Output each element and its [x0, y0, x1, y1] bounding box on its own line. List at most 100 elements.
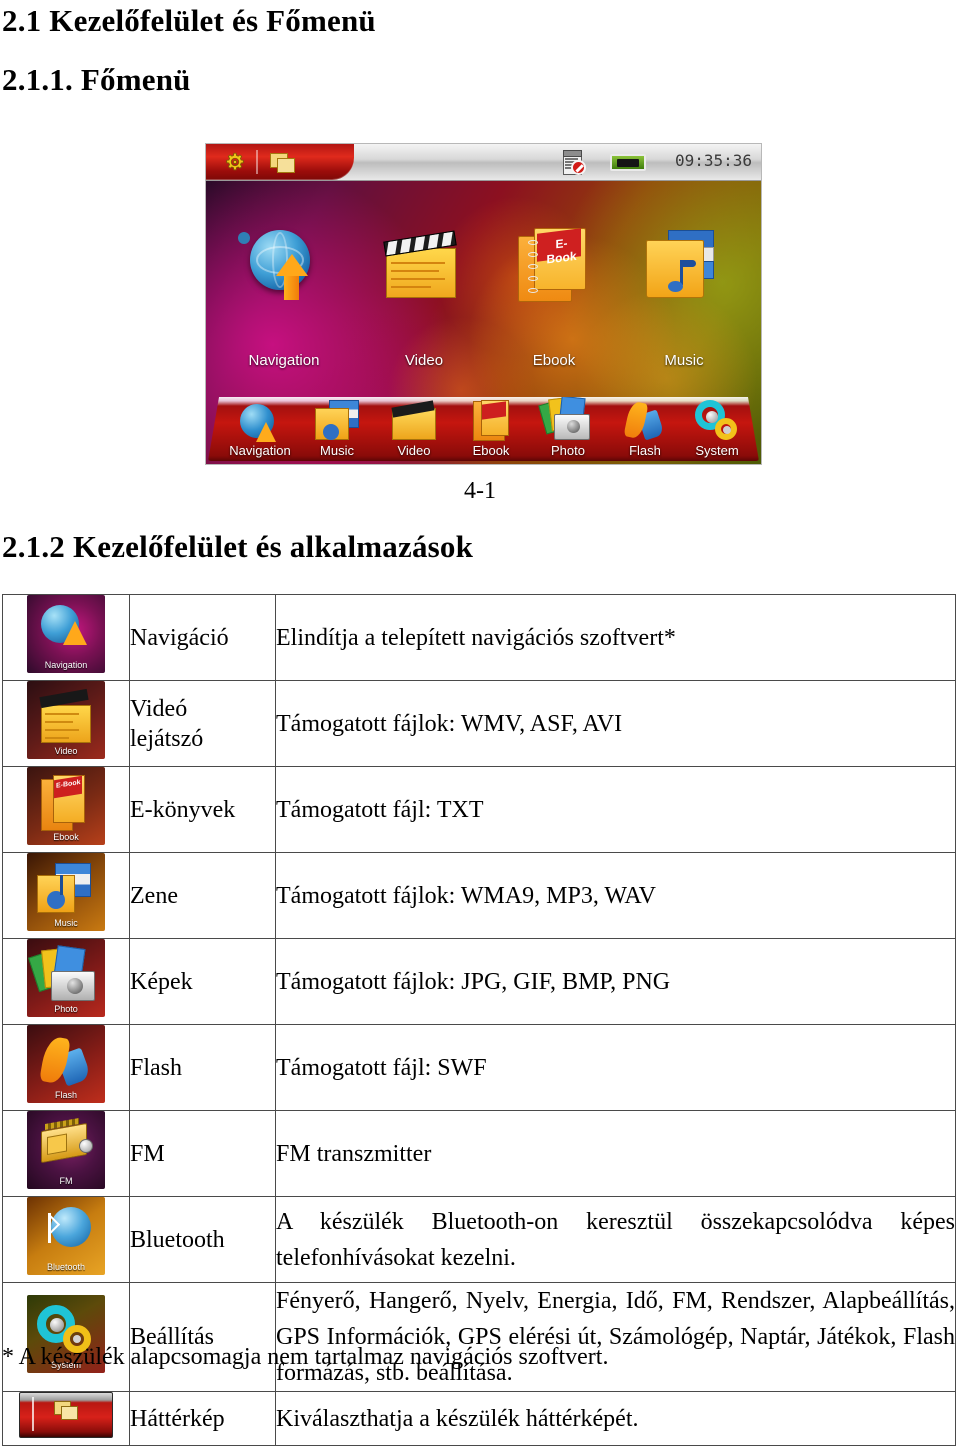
status-divider [256, 150, 258, 174]
device-status-bar: 09:35:36 [206, 144, 761, 181]
row-icon-cell: Video [2, 680, 130, 767]
row-name: Zene [129, 852, 276, 939]
dock-item-video[interactable]: Video [378, 400, 450, 459]
row-icon-cell: E-Book Ebook [2, 766, 130, 853]
main-app-grid: Navigation Video E-Book Ebook Music [206, 220, 761, 410]
footnote: * A készülék alapcsomagja nem tartalmaz … [2, 1344, 609, 1370]
tile-label: Navigation [44, 660, 88, 670]
row-name: Flash [129, 1024, 276, 1111]
grid-label: Video [404, 352, 444, 369]
tile-label: Flash [54, 1090, 77, 1100]
row-name-line2: lejátszó [130, 725, 204, 752]
bluetooth-app-icon: Bluetooth [27, 1197, 105, 1275]
row-description: Támogatott fájlok: JPG, GIF, BMP, PNG [275, 938, 956, 1025]
table-row: Bluetooth Bluetooth A készülék Bluetooth… [2, 1196, 956, 1283]
wallpaper-app-icon [19, 1392, 113, 1438]
row-name: FM [129, 1110, 276, 1197]
flash-app-icon: Flash [27, 1025, 105, 1103]
gears-icon [689, 397, 745, 442]
video-app-icon: Video [27, 681, 105, 759]
row-description: Kiválaszthatja a készülék háttérképét. [275, 1391, 956, 1446]
table-row: Photo Képek Támogatott fájlok: JPG, GIF,… [2, 938, 956, 1025]
row-description: Támogatott fájl: TXT [275, 766, 956, 853]
row-description: Támogatott fájlok: WMA9, MP3, WAV [275, 852, 956, 939]
row-name: Képek [129, 938, 276, 1025]
dock-item-navigation[interactable]: Navigation [224, 404, 296, 459]
row-description: FM transzmitter [275, 1110, 956, 1197]
table-row: E-Book Ebook E-könyvek Támogatott fájl: … [2, 766, 956, 853]
row-icon-cell: System [2, 1282, 130, 1392]
dock-item-ebook[interactable]: Ebook [455, 400, 527, 459]
fm-app-icon: FM [27, 1111, 105, 1189]
dock-label: Flash [629, 443, 661, 458]
row-description: Támogatott fájl: SWF [275, 1024, 956, 1111]
dock-label: Video [397, 443, 431, 458]
row-description: Támogatott fájlok: WMV, ASF, AVI [275, 680, 956, 767]
tile-label: Photo [54, 1004, 78, 1014]
dock-label: System [695, 443, 739, 458]
grid-label: Music [664, 352, 704, 369]
table-row: Háttérkép Kiválaszthatja a készülék hátt… [2, 1391, 956, 1446]
heading-2-1-2: 2.1.2 Kezelőfelület és alkalmazások [2, 529, 474, 564]
globe-arrow-icon [232, 397, 288, 442]
row-name: Háttérkép [129, 1391, 276, 1446]
dock-item-flash[interactable]: Flash [609, 400, 681, 459]
document-page: 2.1 Kezelőfelület és Főmenü 2.1.1. Főmen… [0, 0, 960, 1446]
device-screen: 09:35:36 Navigation Video E-Book Ebook M… [206, 144, 761, 464]
table-row: Navigation Navigáció Elindítja a telepít… [2, 594, 956, 681]
dock-label: Ebook [472, 443, 510, 458]
music-app-icon: Music [27, 853, 105, 931]
row-icon-cell: Music [2, 852, 130, 939]
row-description: Elindítja a telepített navigációs szoftv… [275, 594, 956, 681]
row-name: E-könyvek [129, 766, 276, 853]
book-icon [463, 397, 519, 442]
table-row: Video Videó lejátszó Támogatott fájlok: … [2, 680, 956, 767]
grid-label: Navigation [248, 352, 320, 369]
dock-label: Navigation [229, 443, 291, 458]
row-description: A készülék Bluetooth-on keresztül összek… [275, 1196, 956, 1283]
clapperboard-icon [372, 224, 476, 344]
row-icon-cell: FM [2, 1110, 130, 1197]
navigation-app-icon: Navigation [27, 595, 105, 673]
device-dock: Navigation Music Video Ebook Photo Flash… [208, 397, 759, 461]
battery-icon [610, 154, 646, 171]
row-icon-cell: Bluetooth [2, 1196, 130, 1283]
status-clock: 09:35:36 [674, 151, 752, 170]
heading-2-1: 2.1 Kezelőfelület és Főmenü [2, 3, 376, 38]
tile-label: Music [54, 918, 78, 928]
row-icon-cell: Navigation [2, 594, 130, 681]
music-folder-icon [632, 224, 736, 344]
tile-label: Video [54, 746, 78, 756]
photo-app-icon: Photo [27, 939, 105, 1017]
music-folder-icon [309, 397, 365, 442]
grid-label: Ebook [532, 352, 576, 369]
device-screenshot-figure: 09:35:36 Navigation Video E-Book Ebook M… [205, 143, 762, 465]
row-name-line1: Videó [130, 695, 188, 722]
book-icon: E-Book [502, 224, 606, 344]
tile-label: FM [59, 1176, 73, 1186]
row-name: Videó lejátszó [129, 680, 276, 767]
dock-label: Photo [551, 443, 585, 458]
camera-photos-icon [538, 397, 596, 442]
gear-icon[interactable] [225, 152, 245, 172]
dock-item-system[interactable]: System [681, 400, 753, 459]
table-row: FM FM FM transzmitter [2, 1110, 956, 1197]
device-wallpaper: Navigation Video E-Book Ebook Music Navi… [206, 180, 761, 464]
table-row: Music Zene Támogatott fájlok: WMA9, MP3,… [2, 852, 956, 939]
tile-label: Bluetooth [46, 1262, 86, 1272]
windows-icon[interactable] [270, 153, 295, 173]
heading-2-1-1: 2.1.1. Főmenü [2, 62, 191, 97]
globe-arrow-icon [232, 224, 336, 344]
table-row: Flash Flash Támogatott fájl: SWF [2, 1024, 956, 1111]
flash-icon [617, 397, 673, 442]
applications-table: Navigation Navigáció Elindítja a telepít… [2, 594, 956, 1446]
dock-item-music[interactable]: Music [301, 400, 373, 459]
row-icon-cell [2, 1391, 130, 1446]
row-icon-cell: Photo [2, 938, 130, 1025]
row-name: Navigáció [129, 594, 276, 681]
clapperboard-icon [386, 397, 442, 442]
tile-label: Ebook [53, 832, 79, 842]
figure-caption: 4-1 [464, 478, 496, 504]
dock-item-photo[interactable]: Photo [532, 397, 604, 459]
document-blocked-icon [561, 150, 587, 175]
